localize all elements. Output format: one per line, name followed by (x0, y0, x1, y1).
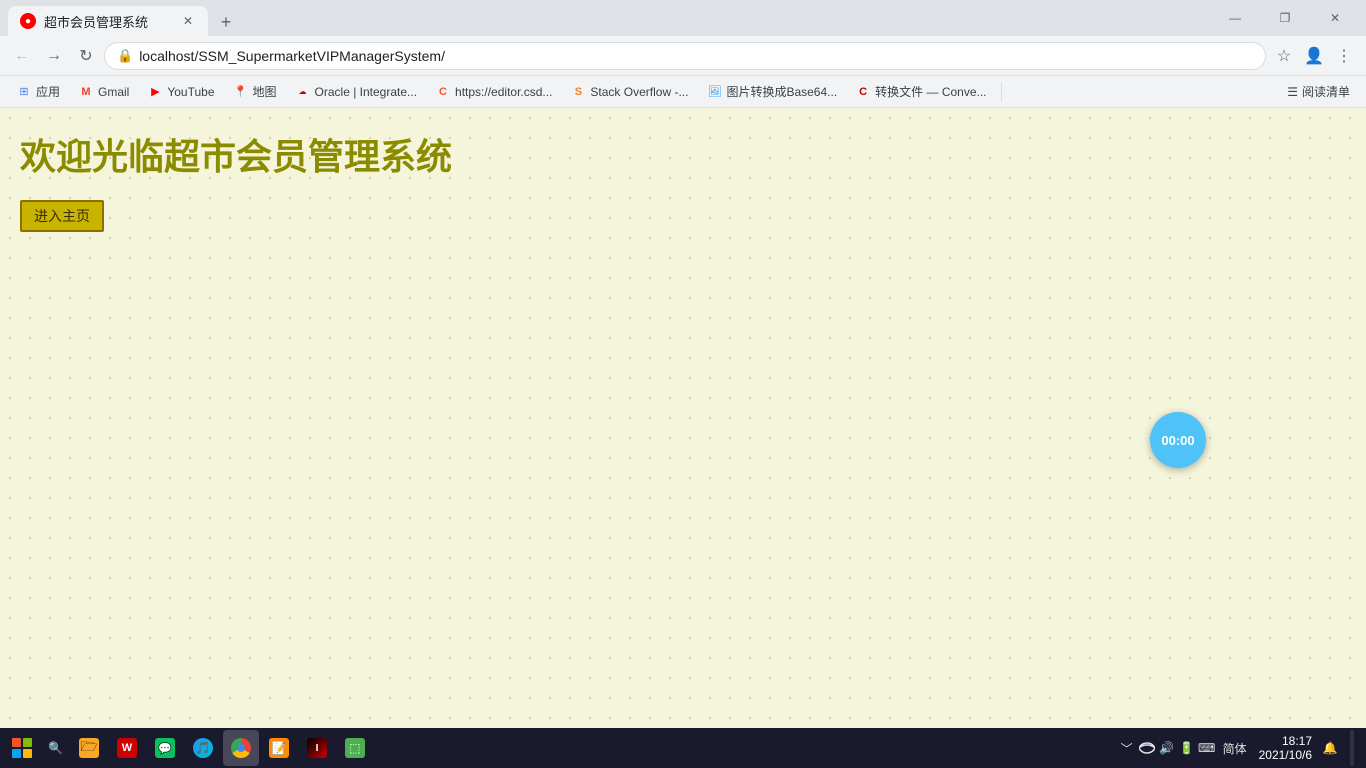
bookmark-convert-label: 转换文件 — Conve... (875, 83, 986, 100)
app-icon: ⬚ (345, 738, 365, 758)
enter-main-button[interactable]: 进入主页 (20, 200, 104, 232)
battery-icon[interactable]: 🔋 (1179, 740, 1195, 756)
bookmark-oracle-label: Oracle | Integrate... (315, 85, 418, 99)
gmail-icon: M (78, 84, 94, 100)
taskbar-item-app[interactable]: ⬚ (337, 730, 373, 766)
window-controls: — ❐ ✕ (1212, 2, 1358, 34)
taskbar: 🔍 🗁 W 💬 🎵 📝 (0, 728, 1366, 768)
tray-expand-icon[interactable]: ﹀ (1119, 740, 1135, 756)
address-bar[interactable]: 🔒 localhost/SSM_SupermarketVIPManagerSys… (104, 42, 1266, 70)
taskbar-item-file-explorer[interactable]: 🗁 (71, 730, 107, 766)
wechat-icon: 💬 (155, 738, 175, 758)
refresh-button[interactable]: ↻ (72, 42, 100, 70)
imgbase64-icon: 🖼 (706, 84, 722, 100)
bookmark-gmail[interactable]: M Gmail (70, 80, 137, 104)
tab-favicon: ● (20, 13, 36, 29)
notification-button[interactable]: 🔔 (1316, 730, 1344, 766)
language-button[interactable]: 简体 (1219, 740, 1251, 757)
profile-button[interactable]: 👤 (1300, 42, 1328, 70)
network-icon[interactable] (1139, 740, 1155, 756)
bookmark-convert[interactable]: C 转换文件 — Conve... (847, 80, 994, 104)
menu-button[interactable]: ⋮ (1330, 42, 1358, 70)
taskbar-item-intellij[interactable]: I (299, 730, 335, 766)
keyboard-icon[interactable]: ⌨ (1199, 740, 1215, 756)
active-tab[interactable]: ● 超市会员管理系统 ✕ (8, 6, 208, 36)
toolbar-actions: ☆ 👤 ⋮ (1270, 42, 1358, 70)
tab-bar: ● 超市会员管理系统 ✕ + (8, 0, 1212, 36)
tab-close-button[interactable]: ✕ (180, 13, 196, 29)
bookmark-apps-label: 应用 (36, 83, 60, 100)
maps-icon: 📍 (233, 84, 249, 100)
reading-list-icon: ☰ (1287, 85, 1298, 99)
security-icon: 🔒 (117, 48, 133, 64)
system-clock[interactable]: 18:17 2021/10/6 (1259, 734, 1312, 762)
bookmark-csdn[interactable]: C https://editor.csd... (427, 80, 560, 104)
volume-icon[interactable]: 🔊 (1159, 740, 1175, 756)
bookmark-imgbase64[interactable]: 🖼 图片转换成Base64... (698, 80, 845, 104)
bookmark-maps-label: 地图 (253, 83, 277, 100)
forward-button[interactable]: → (40, 42, 68, 70)
windows-logo-icon (12, 738, 32, 758)
minimize-button[interactable]: — (1212, 2, 1258, 34)
taskbar-item-chrome[interactable] (223, 730, 259, 766)
tab-title: 超市会员管理系统 (44, 12, 176, 31)
taskbar-item-notepad[interactable]: 📝 (261, 730, 297, 766)
title-bar: ● 超市会员管理系统 ✕ + — ❐ ✕ (0, 0, 1366, 36)
system-tray: ﹀ 🔊 🔋 ⌨ 简体 18:17 2021/10/6 🔔 (1111, 730, 1362, 766)
close-button[interactable]: ✕ (1312, 2, 1358, 34)
clock-date: 2021/10/6 (1259, 748, 1312, 762)
bookmark-csdn-label: https://editor.csd... (455, 85, 552, 99)
bookmark-oracle[interactable]: ☁ Oracle | Integrate... (287, 80, 426, 104)
page-content: 欢迎光临超市会员管理系统 进入主页 00:00 (0, 108, 1366, 728)
file-explorer-icon: 🗁 (79, 738, 99, 758)
apps-icon: ⊞ (16, 84, 32, 100)
bookmark-imgbase64-label: 图片转换成Base64... (726, 83, 837, 100)
search-icon: 🔍 (48, 741, 63, 755)
maximize-button[interactable]: ❐ (1262, 2, 1308, 34)
chrome-icon (231, 738, 251, 758)
wps-icon: W (117, 738, 137, 758)
bookmark-stackoverflow[interactable]: S Stack Overflow -... (562, 80, 696, 104)
page-heading: 欢迎光临超市会员管理系统 (20, 128, 1346, 180)
taskbar-items: 🗁 W 💬 🎵 📝 I ⬚ (71, 730, 1111, 766)
reading-list-label: 阅读清单 (1302, 83, 1350, 100)
reading-list-button[interactable]: ☰ 阅读清单 (1279, 81, 1358, 102)
csdn-icon: C (435, 84, 451, 100)
bookmark-apps[interactable]: ⊞ 应用 (8, 80, 68, 104)
oracle-icon: ☁ (295, 84, 311, 100)
intellij-icon: I (307, 738, 327, 758)
timer-widget[interactable]: 00:00 (1150, 412, 1206, 468)
bookmark-gmail-label: Gmail (98, 85, 129, 99)
browser-toolbar: ← → ↻ 🔒 localhost/SSM_SupermarketVIPMana… (0, 36, 1366, 76)
show-desktop-button[interactable] (1350, 730, 1354, 766)
bookmark-maps[interactable]: 📍 地图 (225, 80, 285, 104)
timer-display: 00:00 (1161, 433, 1194, 448)
bookmark-youtube[interactable]: ▶ YouTube (139, 80, 222, 104)
bookmarks-bar: ⊞ 应用 M Gmail ▶ YouTube 📍 地图 ☁ Oracle | I… (0, 76, 1366, 108)
back-button[interactable]: ← (8, 42, 36, 70)
bookmark-separator (1001, 82, 1002, 102)
bookmark-youtube-label: YouTube (167, 85, 214, 99)
taskbar-item-media[interactable]: 🎵 (185, 730, 221, 766)
browser-window: ● 超市会员管理系统 ✕ + — ❐ ✕ ← → ↻ 🔒 localhost/S… (0, 0, 1366, 768)
taskbar-search[interactable]: 🔍 (40, 730, 71, 766)
taskbar-item-wps[interactable]: W (109, 730, 145, 766)
start-button[interactable] (4, 730, 40, 766)
youtube-icon: ▶ (147, 84, 163, 100)
convert-icon: C (855, 84, 871, 100)
bookmark-star-button[interactable]: ☆ (1270, 42, 1298, 70)
bookmark-stackoverflow-label: Stack Overflow -... (590, 85, 688, 99)
address-text: localhost/SSM_SupermarketVIPManagerSyste… (139, 48, 1253, 64)
notepad-icon: 📝 (269, 738, 289, 758)
new-tab-button[interactable]: + (212, 8, 240, 36)
stackoverflow-icon: S (570, 84, 586, 100)
clock-time: 18:17 (1282, 734, 1312, 748)
windows-media-icon: 🎵 (193, 738, 213, 758)
taskbar-item-wechat[interactable]: 💬 (147, 730, 183, 766)
